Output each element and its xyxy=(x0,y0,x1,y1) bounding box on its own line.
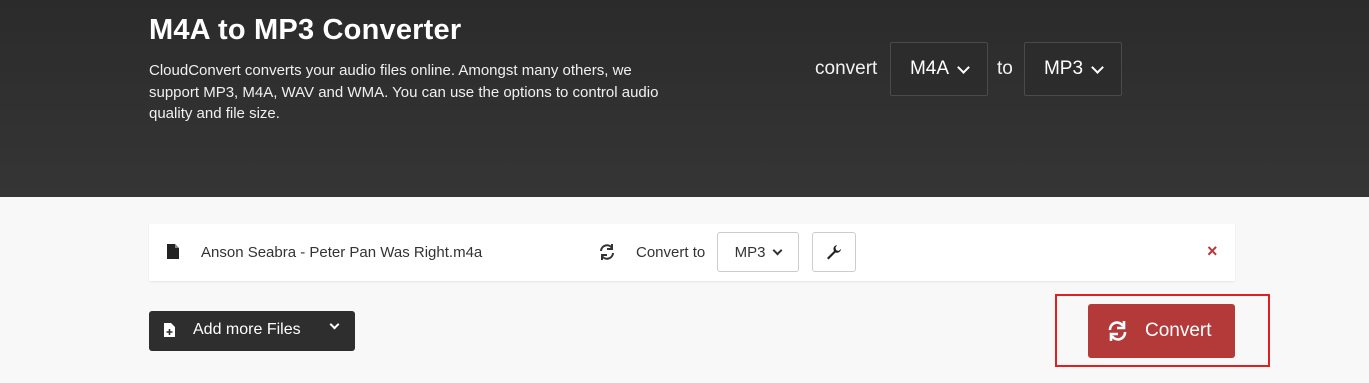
add-more-files-button[interactable]: Add more Files xyxy=(149,311,355,351)
page-description: CloudConvert converts your audio files o… xyxy=(149,62,659,122)
close-icon[interactable]: × xyxy=(1207,241,1218,262)
wrench-icon xyxy=(827,245,841,260)
hero-banner: M4A to MP3 Converter CloudConvert conver… xyxy=(0,0,1369,197)
from-format-value: M4A xyxy=(909,58,950,79)
settings-button[interactable] xyxy=(812,232,856,272)
convert-to-label: Convert to xyxy=(636,244,706,261)
file-row: Anson Seabra - Peter Pan Was Right.m4a C… xyxy=(149,224,1235,281)
refresh-icon xyxy=(600,244,614,260)
to-format-select[interactable]: MP3 xyxy=(1024,42,1122,96)
from-format-select[interactable]: M4A xyxy=(890,42,988,96)
to-format-value: MP3 xyxy=(1043,58,1084,79)
add-more-files-label: Add more Files xyxy=(193,321,301,338)
sync-icon xyxy=(1108,321,1127,341)
chevron-down-icon xyxy=(1091,60,1104,74)
convert-button-label: Convert xyxy=(1145,320,1212,341)
convert-label: convert xyxy=(815,58,878,79)
target-format-value: MP3 xyxy=(734,243,766,261)
to-label: to xyxy=(997,58,1013,79)
convert-button[interactable]: Convert xyxy=(1088,304,1235,358)
page-title: M4A to MP3 Converter xyxy=(149,14,462,46)
chevron-down-icon[interactable] xyxy=(329,319,340,330)
target-format-select[interactable]: MP3 xyxy=(717,232,799,272)
file-name: Anson Seabra - Peter Pan Was Right.m4a xyxy=(201,244,483,261)
chevron-down-icon xyxy=(957,60,970,74)
file-icon xyxy=(167,244,179,259)
chevron-down-icon xyxy=(772,245,783,255)
add-file-icon xyxy=(164,323,175,337)
